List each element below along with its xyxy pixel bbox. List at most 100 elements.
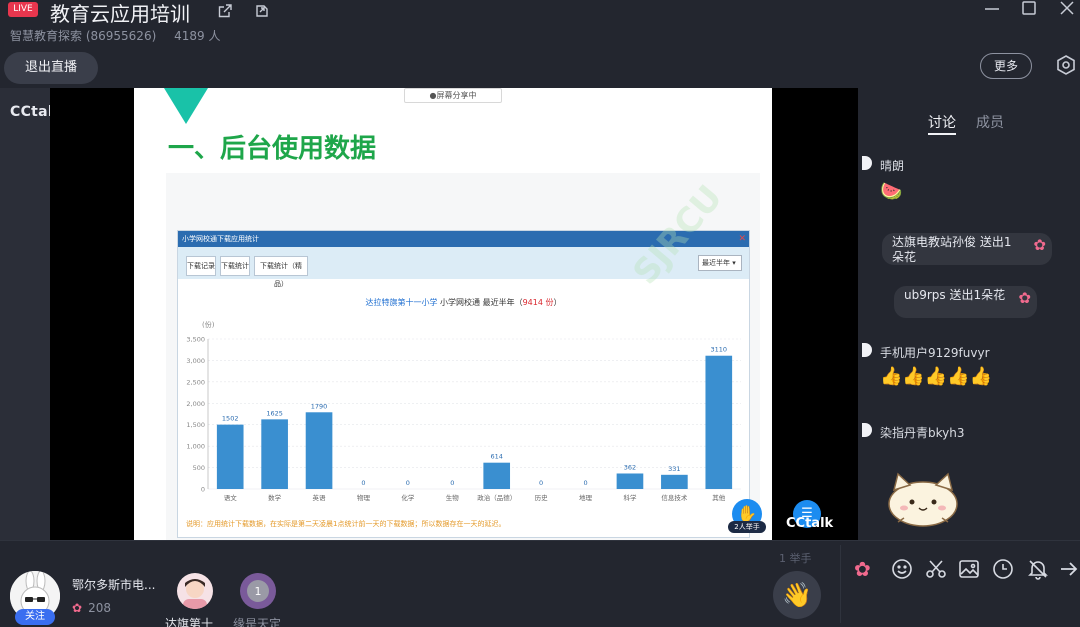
viewer-name: 达旗第十 bbox=[165, 617, 214, 627]
flower-icon[interactable]: ✿ bbox=[854, 558, 876, 580]
slide-heading: 一、后台使用数据 bbox=[168, 134, 377, 164]
tab-download-stats-premium: 下载统计（精品） bbox=[254, 256, 308, 288]
x-tick-label: 语文 bbox=[224, 493, 238, 502]
slide-triangle-decoration bbox=[164, 88, 208, 124]
message-user: 染指丹青bkyh3 bbox=[880, 426, 965, 440]
x-tick-label: 其他 bbox=[712, 493, 726, 502]
raise-hand-count: 2人举手 bbox=[728, 521, 766, 533]
chart-title-end: ） bbox=[553, 298, 562, 307]
y-tick-label: 3,500 bbox=[186, 336, 205, 344]
bar bbox=[616, 473, 644, 489]
clock-icon[interactable] bbox=[992, 558, 1014, 580]
data-label: 614 bbox=[490, 453, 502, 461]
gift-message: ub9rps 送出1朵花 ✿ bbox=[894, 286, 1037, 318]
mute-bell-icon[interactable] bbox=[1027, 558, 1049, 580]
live-badge: LIVE bbox=[8, 2, 38, 17]
image-icon[interactable] bbox=[958, 558, 980, 580]
cctalk-logo: CCtalk bbox=[786, 516, 834, 531]
tab-download-stats: 下载统计 bbox=[220, 256, 250, 276]
live-room-window: LIVE 教育云应用培训 智慧教育探索 (86955626) 4189 人 退出… bbox=[0, 0, 1080, 627]
x-tick-label: 化学 bbox=[401, 493, 415, 502]
data-label: 0 bbox=[450, 479, 454, 487]
range-select: 最近半年 ▾ bbox=[698, 255, 742, 271]
host-name: 鄂尔多斯市电... bbox=[72, 578, 156, 592]
data-label: 1502 bbox=[222, 415, 239, 423]
popout-icon[interactable] bbox=[254, 3, 270, 19]
exit-live-button[interactable]: 退出直播 bbox=[4, 52, 98, 84]
emoji-icon[interactable] bbox=[891, 558, 913, 580]
tab-discussion[interactable]: 讨论 bbox=[928, 112, 956, 132]
data-label: 331 bbox=[668, 465, 680, 473]
bar bbox=[216, 424, 244, 489]
flower-icon: ✿ bbox=[1018, 289, 1031, 307]
bar bbox=[483, 462, 511, 489]
tab-members[interactable]: 成员 bbox=[976, 112, 1004, 132]
data-label: 1625 bbox=[266, 409, 283, 417]
y-tick-label: 0 bbox=[201, 486, 205, 494]
chart-title-total: 9414 份 bbox=[522, 298, 554, 307]
follow-button[interactable]: 关注 bbox=[15, 609, 55, 625]
video-side-strip bbox=[0, 88, 50, 540]
host-likes: ✿ 208 bbox=[72, 601, 111, 615]
y-tick-label: 2,500 bbox=[186, 378, 205, 386]
message-user: 手机用户9129fuvyr bbox=[880, 346, 990, 360]
viewer-name: 缘是天定 bbox=[233, 617, 282, 627]
raise-hand-indicator[interactable]: ✋ 2人举手 bbox=[728, 499, 766, 535]
x-tick-label: 生物 bbox=[446, 493, 460, 502]
channel-name: 智慧教育探索 (86955626) bbox=[10, 29, 157, 43]
flower-icon: ✿ bbox=[72, 601, 83, 615]
close-icon[interactable] bbox=[1057, 0, 1077, 18]
chart-footnote: 说明：应用统计下载数据，在实际是第二天凌晨1点统计前一天的下载数据；所以数据存在… bbox=[186, 520, 506, 528]
maximize-icon[interactable] bbox=[1019, 0, 1039, 18]
data-label: 362 bbox=[624, 463, 636, 471]
x-tick-label: 信息技术 bbox=[661, 493, 688, 502]
host-likes-count: 208 bbox=[88, 601, 111, 615]
more-button[interactable]: 更多 bbox=[980, 53, 1032, 79]
scissors-icon[interactable] bbox=[925, 558, 947, 580]
bar-chart: (份) 0 500 1,000 1,500 2,000 2,500 3,000 3,500 150… bbox=[186, 320, 741, 502]
stats-window-title-text: 小学网校通下载应用统计 bbox=[182, 235, 259, 243]
message-user: 晴朗 bbox=[880, 159, 905, 173]
bottom-bar bbox=[0, 540, 1080, 627]
x-tick-label: 政治（品德） bbox=[477, 493, 516, 502]
chart-title-org: 达拉特旗第十一小学 bbox=[365, 298, 438, 307]
message-emoji: 👍👍👍👍👍 bbox=[880, 366, 993, 387]
flower-icon: ✿ bbox=[1033, 236, 1046, 254]
send-icon[interactable] bbox=[1058, 558, 1080, 580]
screen-share-status: ●屏幕分享中 bbox=[404, 88, 502, 103]
chart-title-mid: 小学网校通 最近半年（ bbox=[437, 298, 523, 307]
gift-text: 达旗电教站孙俊 送出1朵花 bbox=[892, 235, 1012, 264]
chart-title: 达拉特旗第十一小学 小学网校通 最近半年（9414 份） bbox=[178, 297, 749, 308]
data-label: 1790 bbox=[311, 402, 328, 410]
tab-active-underline bbox=[928, 133, 956, 135]
settings-icon[interactable] bbox=[1055, 54, 1077, 76]
y-axis-label: (份) bbox=[202, 320, 215, 329]
data-label: 0 bbox=[583, 479, 587, 487]
x-tick-label: 数学 bbox=[268, 493, 282, 502]
share-icon[interactable] bbox=[217, 3, 233, 19]
x-tick-label: 物理 bbox=[357, 493, 371, 502]
y-tick-label: 3,000 bbox=[186, 357, 205, 365]
raise-hand-button[interactable]: 👋 bbox=[773, 571, 821, 619]
minimize-icon[interactable] bbox=[982, 0, 1002, 18]
y-tick-label: 500 bbox=[193, 464, 205, 472]
viewer-avatar[interactable]: 1 bbox=[240, 573, 276, 609]
title-bar: LIVE 教育云应用培训 智慧教育探索 (86955626) 4189 人 bbox=[0, 0, 1080, 50]
x-tick-label: 地理 bbox=[579, 493, 593, 502]
bar bbox=[661, 474, 688, 489]
y-tick-label: 1,500 bbox=[186, 421, 205, 429]
gift-text: ub9rps 送出1朵花 bbox=[904, 288, 1006, 302]
hand-raise-count: 1 举手 bbox=[779, 552, 812, 565]
data-label: 3110 bbox=[711, 346, 728, 354]
bar bbox=[705, 355, 733, 489]
cat-sticker-image bbox=[888, 472, 958, 527]
message-emoji: 🍉 bbox=[880, 181, 903, 202]
data-label: 0 bbox=[406, 479, 410, 487]
x-tick-label: 科学 bbox=[623, 493, 637, 502]
x-tick-label: 历史 bbox=[535, 493, 549, 502]
x-tick-label: 英语 bbox=[313, 493, 327, 502]
divider bbox=[840, 545, 841, 623]
viewer-avatar[interactable] bbox=[177, 573, 213, 609]
gift-message: 达旗电教站孙俊 送出1朵花 ✿ bbox=[882, 233, 1052, 265]
data-label: 0 bbox=[361, 479, 365, 487]
